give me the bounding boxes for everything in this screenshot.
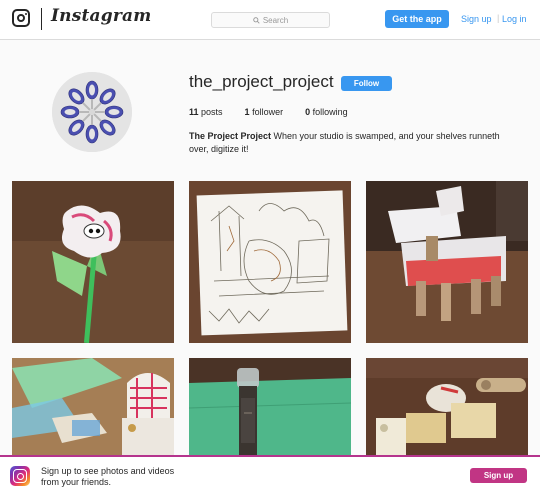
- post-thumbnail-4[interactable]: [12, 358, 174, 455]
- posts-count-label: posts: [201, 107, 223, 117]
- post-thumbnail-5[interactable]: [189, 358, 351, 455]
- signup-banner: Sign up to see photos and videos from yo…: [0, 455, 540, 495]
- followers-count[interactable]: 1 follower: [245, 107, 284, 117]
- get-the-app-button[interactable]: Get the app: [385, 10, 449, 28]
- auth-link-separator: |: [497, 13, 500, 23]
- top-navigation-bar: Instagram Search Get the app Sign up | L…: [0, 0, 540, 40]
- search-placeholder: Search: [262, 15, 289, 25]
- profile-stats: 11 posts 1 follower 0 following: [189, 107, 370, 117]
- post-thumbnail-6[interactable]: [366, 358, 528, 455]
- search-input[interactable]: Search: [211, 12, 330, 28]
- posts-count-value: 11: [189, 107, 199, 117]
- signup-banner-text: Sign up to see photos and videos from yo…: [41, 466, 175, 487]
- instagram-app-icon: [10, 466, 30, 486]
- followers-count-value: 1: [244, 107, 250, 117]
- posts-count: 11 posts: [189, 107, 223, 117]
- log-in-link[interactable]: Log in: [502, 14, 527, 24]
- profile-avatar[interactable]: [52, 72, 132, 152]
- followers-count-label: follower: [252, 107, 284, 117]
- post-thumbnail-2[interactable]: [189, 181, 351, 343]
- follow-button[interactable]: Follow: [341, 76, 392, 91]
- post-thumbnail-3[interactable]: [366, 181, 528, 343]
- instagram-camera-icon[interactable]: [12, 9, 30, 27]
- post-thumbnail-1[interactable]: [12, 181, 174, 343]
- profile-username: the_project_project: [189, 72, 334, 91]
- following-count-label: following: [312, 107, 348, 117]
- banner-sign-up-button[interactable]: Sign up: [470, 468, 527, 483]
- search-icon: [253, 16, 260, 24]
- following-count[interactable]: 0 following: [305, 107, 348, 117]
- sign-up-link[interactable]: Sign up: [461, 14, 492, 24]
- bio-name: The Project Project: [189, 131, 272, 141]
- logo-divider: [41, 8, 42, 30]
- instagram-wordmark[interactable]: Instagram: [51, 6, 151, 26]
- profile-bio: The Project Project When your studio is …: [189, 130, 509, 156]
- following-count-value: 0: [305, 107, 311, 117]
